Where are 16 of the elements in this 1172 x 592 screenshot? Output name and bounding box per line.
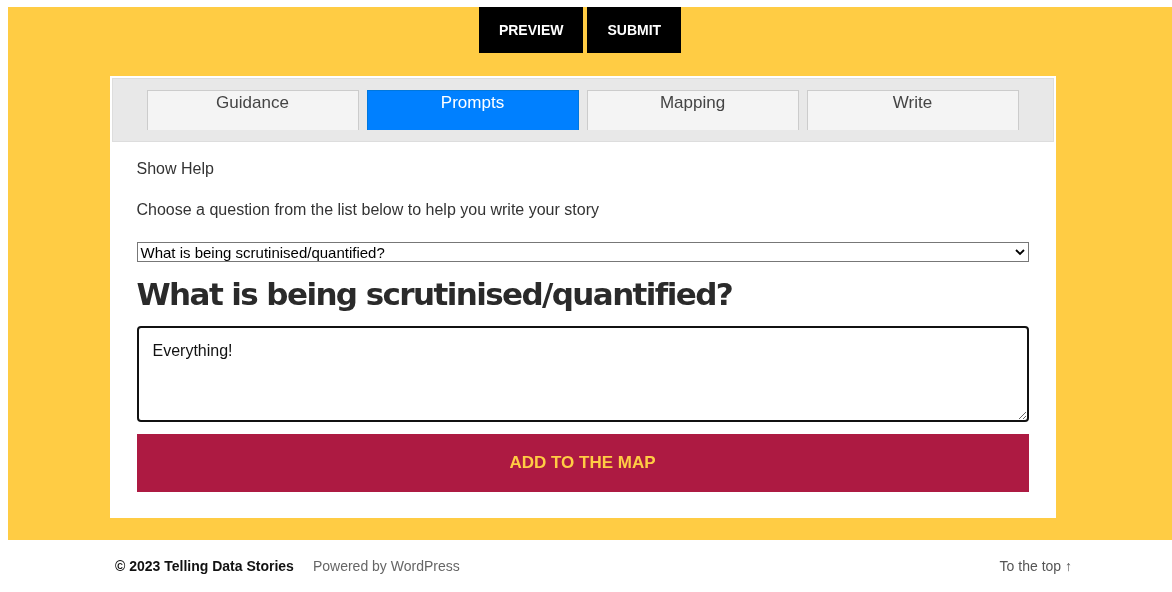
tab[interactable]: Mapping [586, 90, 799, 130]
copyright-text: © 2023 Telling Data Stories [115, 558, 294, 574]
show-help-link[interactable]: Show Help [136, 160, 1029, 178]
header-button[interactable]: SUBMIT [587, 7, 682, 53]
chevron-down-icon [1014, 248, 1025, 256]
tab[interactable]: Write [806, 90, 1019, 130]
to-top-link[interactable]: To the top ↑ [999, 558, 1072, 574]
tab[interactable]: Guidance [146, 90, 359, 130]
question-select[interactable]: What is being scrutinised/quantified? [136, 242, 1029, 262]
instruction-text: Choose a question from the list below to help you write your story [136, 201, 600, 219]
header-button[interactable]: PREVIEW [478, 7, 584, 53]
add-to-map-button[interactable]: ADD TO THE MAP [136, 434, 1029, 492]
tab[interactable]: Prompts [366, 90, 579, 130]
question-heading: What is being scrutinised/quantified? [136, 276, 734, 312]
answer-field[interactable]: Everything! [136, 326, 1029, 422]
powered-by-link[interactable]: Powered by WordPress [312, 558, 460, 574]
